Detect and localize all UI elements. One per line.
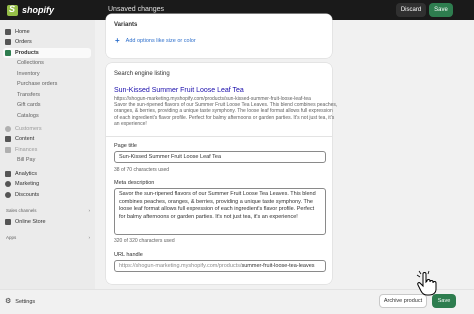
sidebar-item-orders[interactable]: Orders <box>5 37 32 46</box>
sidebar-item-label: Content <box>15 135 35 142</box>
content-icon <box>5 135 11 142</box>
meta-description-count: 320 of 320 characters used <box>114 238 175 244</box>
page-title-count: 38 of 70 characters used <box>114 167 170 173</box>
sidebar-item-marketing[interactable]: Marketing <box>5 179 39 188</box>
chevron-right-icon[interactable]: › <box>89 235 91 240</box>
variants-card: Variants + Add options like size or colo… <box>106 14 332 58</box>
sidebar-item-label: Catalogs <box>17 112 39 119</box>
sales-channels-label: Sales channels <box>6 208 37 213</box>
sidebar-item-purchase-orders[interactable]: Purchase orders <box>17 79 57 88</box>
sidebar-item-label: Analytics <box>15 170 38 177</box>
sidebar-item-label: Transfers <box>17 91 41 98</box>
bar-chart-icon <box>5 170 11 177</box>
url-prefix: https://shogun-marketing.myshopify.com/p… <box>119 263 242 269</box>
url-handle-label: URL handle <box>114 252 143 258</box>
home-icon <box>5 28 11 35</box>
sidebar-item-label: Orders <box>15 38 32 45</box>
chevron-right-icon[interactable]: › <box>89 208 91 213</box>
url-handle-value: summer-fruit-loose-tea-leaves <box>241 263 315 269</box>
add-options-link[interactable]: + Add options like size or color <box>115 36 196 45</box>
person-icon <box>5 125 11 132</box>
sidebar-item-label: Online Store <box>15 218 46 225</box>
sidebar-item-label: Finances <box>15 146 38 153</box>
sidebar-item-label: Bill Pay <box>17 156 36 163</box>
divider <box>106 136 332 137</box>
sidebar-item-gift-cards[interactable]: Gift cards <box>17 100 41 109</box>
sidebar-item-collections[interactable]: Collections <box>17 58 44 67</box>
discount-icon <box>5 191 11 198</box>
seo-section-title: Search engine listing <box>114 71 170 77</box>
sidebar-item-customers[interactable]: Customers <box>5 124 42 133</box>
brand[interactable]: shopify <box>0 4 100 16</box>
sidebar-item-content[interactable]: Content <box>5 134 34 143</box>
gear-icon: ⚙ <box>5 298 12 305</box>
sidebar-item-label: Purchase orders <box>17 80 58 87</box>
store-icon <box>5 218 11 225</box>
meta-description-label: Meta description <box>114 180 155 186</box>
settings-label: Settings <box>15 299 36 305</box>
plus-icon: + <box>115 36 120 45</box>
sidebar-item-bill-pay[interactable]: Bill Pay <box>17 155 35 164</box>
save-button-bottom[interactable]: Save <box>432 294 456 308</box>
sidebar-item-discounts[interactable]: Discounts <box>5 190 39 199</box>
sidebar-item-settings[interactable]: ⚙ Settings <box>5 298 36 305</box>
url-handle-input[interactable]: https://shogun-marketing.myshopify.com/p… <box>114 260 326 272</box>
apps-label: Apps <box>6 235 17 240</box>
seo-preview-title: Sun-Kissed Summer Fruit Loose Leaf Tea <box>114 87 244 94</box>
sidebar-item-label: Collections <box>17 59 44 66</box>
unsaved-changes-label: Unsaved changes <box>108 6 165 13</box>
target-icon <box>5 180 11 187</box>
meta-description-textarea[interactable]: Savor the sun-ripened flavors of our Sum… <box>114 188 326 235</box>
sidebar-item-label: Gift cards <box>17 101 41 108</box>
seo-preview-description: Savor the sun-ripened flavors of our Sum… <box>114 102 338 127</box>
sidebar-item-catalogs[interactable]: Catalogs <box>17 111 39 120</box>
page-title-input[interactable]: Sun-Kissed Summer Fruit Loose Leaf Tea <box>114 151 326 163</box>
sidebar-item-online-store[interactable]: Online Store <box>5 217 46 226</box>
seo-card: Search engine listing Sun-Kissed Summer … <box>106 63 337 284</box>
sidebar-item-label: Products <box>15 49 39 56</box>
variants-title: Variants <box>114 22 138 28</box>
sales-channels-heading: Sales channels › <box>6 208 90 213</box>
bank-icon <box>5 146 11 153</box>
shopify-logo-icon <box>7 4 18 16</box>
sidebar-item-home[interactable]: Home <box>5 27 30 36</box>
sidebar-item-inventory[interactable]: Inventory <box>17 69 40 78</box>
save-button-top[interactable]: Save <box>429 3 453 17</box>
sidebar-item-label: Inventory <box>17 70 40 77</box>
sidebar-item-label: Customers <box>15 125 42 132</box>
add-options-label: Add options like size or color <box>125 37 196 44</box>
brand-name: shopify <box>22 5 55 15</box>
sidebar-item-label: Marketing <box>15 180 40 187</box>
sidebar-item-analytics[interactable]: Analytics <box>5 169 37 178</box>
tag-icon <box>5 49 11 56</box>
sidebar-item-label: Home <box>15 28 30 35</box>
sidebar: Home Orders Products Collections Invento… <box>0 20 95 314</box>
sidebar-item-label: Discounts <box>15 191 40 198</box>
sidebar-item-transfers[interactable]: Transfers <box>17 90 40 99</box>
sidebar-item-products[interactable]: Products <box>5 48 39 57</box>
apps-heading: Apps › <box>6 235 90 240</box>
page-title-label: Page title <box>114 143 137 149</box>
archive-product-button[interactable]: Archive product <box>379 294 427 308</box>
orders-icon <box>5 38 11 45</box>
sidebar-item-finances[interactable]: Finances <box>5 145 37 154</box>
discard-button[interactable]: Discard <box>396 3 426 17</box>
hand-cursor-icon <box>416 270 437 296</box>
